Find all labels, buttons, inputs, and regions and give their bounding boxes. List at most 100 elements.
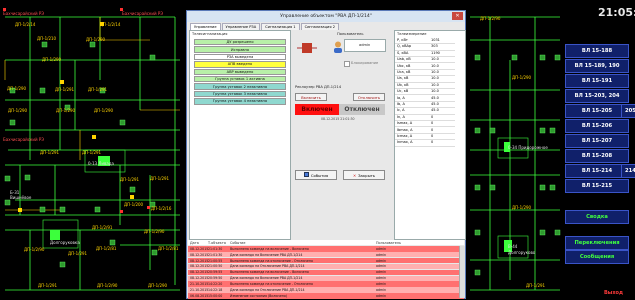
log-row[interactable]: 21.10.2015 14:22:18 Дана команда на Отключ… <box>188 287 464 293</box>
feeder-button[interactable]: ВЛ 15-189, 190 <box>565 59 629 73</box>
measurement-value: 1031 <box>431 38 440 42</box>
log-event: Дана команда на Включение РВА ДП-1/214 <box>230 252 303 257</box>
measurement-name: Ismax, А <box>397 121 413 126</box>
tab-signaling-1[interactable]: Сигнализация 1 <box>261 23 300 30</box>
scheme-label: Бахчисарайский РЭ <box>3 11 45 16</box>
log-time: 14:22:18 <box>208 288 223 293</box>
tab-rza-control[interactable]: Управление РЗА <box>221 23 261 30</box>
measurement-name: Uab, кВ <box>397 57 411 62</box>
log-time: 21:01:30 <box>208 252 223 257</box>
measurement-name: Ic, А <box>397 108 405 113</box>
events-button[interactable]: События <box>295 170 337 180</box>
log-date: 08.12.2015 <box>190 264 209 269</box>
log-row[interactable]: 08.12.2015 20:59:55 Выполнена команда на в… <box>188 269 464 276</box>
feeder-button[interactable]: ВЛ 15-188 <box>565 44 629 58</box>
clock: 21:05:0 <box>598 6 635 19</box>
measurement-row: S, кВА 1190 <box>395 51 455 57</box>
measurement-row: Ubc, кВ 10.0 <box>395 64 455 70</box>
feeder-button[interactable]: ВЛ 15-203, 204 <box>565 89 629 103</box>
log-event: Изменение состояния (Включено) <box>230 293 288 298</box>
log-col-user: Пользователь <box>376 241 401 245</box>
user-field: admin <box>344 39 386 52</box>
log-time: 21:00:50 <box>208 264 223 269</box>
log-row[interactable]: 21.10.2015 14:22:20 Выполнена команда на о… <box>188 281 464 287</box>
scheme-label: Бахчисарайский РЭ <box>122 11 164 16</box>
signal-indicator: Группа уставок 4 неактивна <box>194 98 286 105</box>
scheme-label: ДП-1/200 <box>124 202 144 207</box>
signal-indicator: Группа уставок 2 неактивна <box>194 83 286 90</box>
measurement-row: Icmax, А 0 <box>395 134 455 141</box>
log-row[interactable]: 08.12.2015 21:00:55 Выполнена команда на о… <box>188 257 464 264</box>
summary-button[interactable]: Сводка <box>565 210 629 224</box>
log-row[interactable]: 06.08.2015 15:00:00 Изменение состояния (В… <box>188 293 464 299</box>
feeder-button[interactable]: ВЛ 15-206 <box>565 119 629 133</box>
scheme-label: ДП-1/291 <box>526 283 546 288</box>
log-date: 06.08.2015 <box>190 293 209 298</box>
signal-indicator: Группа уставок 3 неактивна <box>194 90 286 98</box>
feeder-button[interactable]: ВЛ 15-214 <box>565 164 629 178</box>
scheme-label: ДП-1/290 <box>86 37 106 42</box>
measurement-row: Uc, кВ 10.0 <box>395 89 455 96</box>
lock-label: Блокирование <box>351 61 379 65</box>
measurement-value: 0 <box>431 140 434 145</box>
measurement-name: S, кВА <box>397 50 409 55</box>
scheme-label: ДП-1/2/90 <box>97 283 118 288</box>
scheme-label: ДП-1/291 <box>68 251 88 256</box>
scheme-label: 0-13 Ливада <box>88 161 114 166</box>
switches-button[interactable]: Переключения <box>565 236 629 250</box>
feeder-button[interactable]: ВЛ 15-205 <box>565 104 629 118</box>
log-row[interactable]: 08.12.2015 21:00:50 Дана команда на Отключ… <box>188 263 464 270</box>
measurement-name: Uc, кВ <box>397 89 409 94</box>
telesignal-panel: Телесигнализация ДУ разрешено Исправно РЗА… <box>189 30 291 240</box>
user-avatar-icon <box>333 38 343 53</box>
turn-off-button[interactable]: Отключить <box>353 93 385 101</box>
log-header: Дата Т.объекта Событие Пользователь <box>188 240 464 245</box>
log-time: 21:01:30 <box>208 246 223 251</box>
log-scrollbar[interactable] <box>459 246 465 298</box>
exit-button[interactable]: Выход <box>604 290 623 296</box>
feeder-button-partial[interactable]: 214/2 <box>621 164 635 178</box>
log-user: admin <box>376 282 386 287</box>
state-off-indicator: Отключен <box>339 104 385 115</box>
measurement-name: Icmax, А <box>397 134 413 138</box>
log-event: Дана команда на Отключение РВА ДП-1/214 <box>230 288 305 293</box>
measurement-name: Ibmax, А <box>397 127 413 132</box>
log-row[interactable]: 08.12.2015 20:59:50 Дана команда на Включе… <box>188 275 464 281</box>
scheme-label: ДП-1/2/16 <box>151 206 172 211</box>
feeder-button[interactable]: ВЛ 15-208 <box>565 149 629 163</box>
tab-signaling-2[interactable]: Сигнализация 2 <box>300 23 339 30</box>
messages-button[interactable]: Сообщения <box>565 250 629 264</box>
log-date: 08.12.2015 <box>190 252 209 257</box>
tab-control[interactable]: Управление <box>190 23 221 30</box>
measurement-row: Ismax, А 0 <box>395 121 455 128</box>
scheme-label: ДП-1/2/90 <box>144 229 165 234</box>
feeder-button[interactable]: ВЛ 15-207 <box>565 134 629 148</box>
signal-indicator: Исправно <box>194 46 286 53</box>
measurement-value: 303 <box>431 44 438 49</box>
log-user: admin <box>376 276 386 281</box>
measurement-row: P, кВт 1031 <box>395 38 455 45</box>
scheme-label: ДП-1/290 <box>512 205 532 210</box>
feeder-button-partial[interactable]: 205/2 <box>621 104 635 118</box>
events-label: События <box>310 172 329 178</box>
close-dialog-button[interactable]: ✕ Закрыть <box>343 170 385 180</box>
user-label: Пользователь <box>337 32 364 36</box>
scheme-label: ДП-1/291 <box>150 176 170 181</box>
state-on-indicator: Включен <box>295 104 339 115</box>
measurement-row: Uab, кВ 10.0 <box>395 57 455 64</box>
turn-on-button[interactable]: Включить <box>295 93 327 101</box>
lock-checkbox[interactable] <box>344 61 350 67</box>
log-row[interactable]: 08.12.2015 21:01:30 Выполнена команда на в… <box>188 246 464 252</box>
feeder-button[interactable]: ВЛ 15-191 <box>565 74 629 88</box>
user-name: admin <box>359 43 371 47</box>
scheme-label: Долгоруково <box>508 250 536 255</box>
measurement-value: 45.0 <box>431 95 439 100</box>
feeder-button[interactable]: ВЛ 15-215 <box>565 179 629 193</box>
close-dialog-label: Закрыть <box>358 172 376 178</box>
close-icon[interactable]: ✕ <box>452 12 463 20</box>
log-row[interactable]: 08.12.2015 21:01:30 Дана команда на Включе… <box>188 251 464 258</box>
measurement-name: In, А <box>397 114 405 119</box>
scheme-label: ДП-1/290 <box>7 86 27 91</box>
log-event: Выполнена команда на отключение - Отключ… <box>230 258 313 263</box>
measurement-row: Ib, А 45.0 <box>395 102 455 109</box>
